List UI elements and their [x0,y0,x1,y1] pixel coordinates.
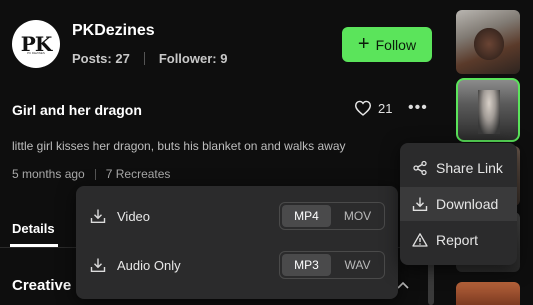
username[interactable]: PKDezines [72,22,155,40]
recreates-count[interactable]: 7 Recreates [106,167,171,181]
profile-stats: Posts: 27 Follower: 9 [72,51,227,66]
thumbnail-2-selected[interactable] [456,78,520,142]
follow-label: Follow [375,36,417,53]
download-icon [90,209,106,223]
scrollbar[interactable] [428,262,434,305]
meta-divider [94,168,96,180]
video-download-row[interactable]: Video MP4 MOV [76,194,398,240]
followers-count: Follower: 9 [158,51,228,66]
like-count: 21 [378,100,393,116]
menu-item-label: Report [436,232,479,248]
download-icon [90,258,106,272]
more-options-icon[interactable]: ••• [408,99,428,117]
audio-only-label: Audio Only [117,258,181,273]
menu-item-label: Download [436,196,499,212]
format-option-mov[interactable]: MOV [333,205,382,227]
audio-format-toggle: MP3 WAV [279,251,385,279]
post-description: little girl kisses her dragon, buts his … [12,139,346,153]
format-option-mp3[interactable]: MP3 [282,254,331,276]
video-label: Video [117,209,151,224]
menu-item-download[interactable]: Download [400,187,517,221]
format-option-wav[interactable]: WAV [333,254,382,276]
avatar-caption: PK DEZINES [27,51,45,55]
menu-item-label: Share Link [436,160,503,176]
thumbnail-5[interactable] [456,282,520,305]
menu-item-report[interactable]: Report [400,223,517,257]
stats-divider [143,52,145,65]
video-format-toggle: MP4 MOV [279,202,385,230]
download-format-popup: Video MP4 MOV Audio Only MP3 WAV [76,186,398,299]
thumbnail-1[interactable] [456,10,520,74]
post-meta: 5 months ago 7 Recreates [12,167,170,181]
audio-download-row[interactable]: Audio Only MP3 WAV [76,243,398,289]
posts-count: Posts: 27 [72,51,130,66]
tab-details[interactable]: Details [12,221,55,236]
format-option-mp4[interactable]: MP4 [282,205,331,227]
post-age: 5 months ago [12,167,85,181]
chevron-up-icon[interactable] [397,278,409,292]
plus-icon: + [357,32,370,55]
menu-item-share-link[interactable]: Share Link [400,151,517,185]
share-icon [413,160,427,176]
warning-icon [412,233,428,247]
section-creative-title: Creative [12,277,72,294]
heart-icon [354,100,372,116]
follow-button[interactable]: + Follow [342,27,432,62]
post-context-menu: Share Link Download Report [400,143,517,265]
like-button[interactable]: 21 [354,100,392,116]
avatar[interactable]: PK PK DEZINES [12,20,60,68]
download-icon [412,197,428,211]
post-title: Girl and her dragon [12,102,142,118]
